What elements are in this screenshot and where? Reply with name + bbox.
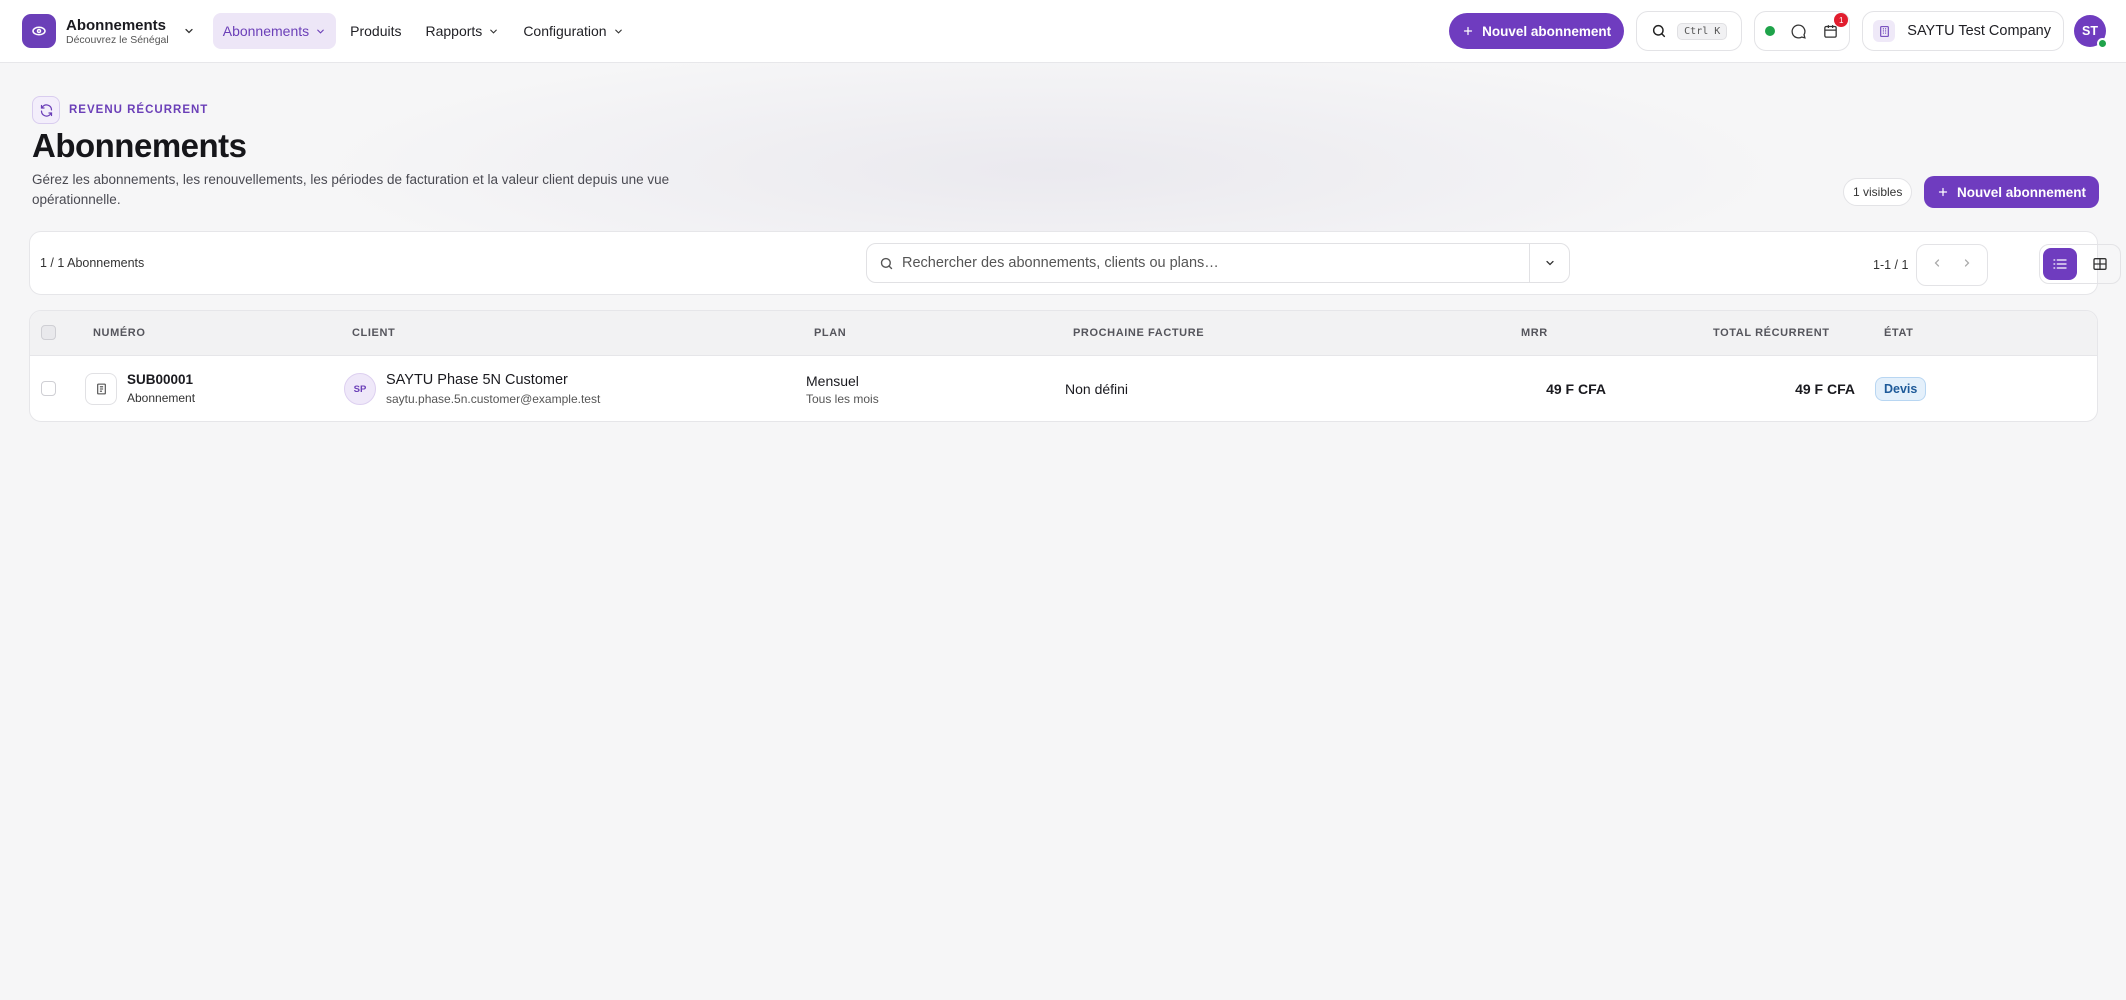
next-page-icon[interactable]: [1961, 256, 1973, 274]
plus-icon: [1464, 26, 1473, 36]
new-subscription-button[interactable]: Nouvel abonnement: [1449, 13, 1625, 49]
table-header: NUMÉRO CLIENT PLAN PROCHAINE FACTURE MRR…: [30, 311, 2097, 356]
nav-item-label: Produits: [350, 23, 402, 39]
new-subscription-header-button[interactable]: Nouvel abonnement: [1924, 176, 2100, 208]
app-switcher-chevron-icon[interactable]: [181, 23, 197, 39]
nav-item-label: Rapports: [425, 23, 483, 39]
user-online-dot: [2097, 38, 2108, 49]
table-row[interactable]: SUB00001 Abonnement SP SAYTU Phase 5N Cu…: [30, 356, 2097, 421]
total-recurring-value: 49 F CFA: [1795, 381, 1855, 397]
list-view-button[interactable]: [2043, 248, 2077, 280]
app-subtitle: Découvrez le Sénégal: [66, 33, 169, 46]
page-title: Abonnements: [32, 127, 247, 164]
column-header-next-invoice[interactable]: PROCHAINE FACTURE: [1073, 327, 1204, 339]
eyebrow: REVENU RÉCURRENT: [32, 96, 208, 124]
new-subscription-label: Nouvel abonnement: [1957, 184, 2087, 200]
pagination-buttons: [1916, 244, 1989, 286]
pagination: 1-1 / 1: [1873, 244, 1989, 286]
chevron-down-icon: [317, 29, 324, 34]
column-header-number[interactable]: NUMÉRO: [93, 327, 146, 339]
app-logo[interactable]: [22, 14, 56, 48]
refresh-icon: [32, 96, 60, 124]
previous-page-icon[interactable]: [1931, 256, 1943, 274]
chevron-down-icon: [614, 29, 622, 34]
nav-item-rapports[interactable]: Rapports: [416, 13, 510, 49]
document-icon: [85, 373, 117, 405]
building-icon: [1873, 20, 1896, 42]
grid-view-button[interactable]: [2083, 248, 2117, 280]
client-avatar: SP: [344, 373, 376, 405]
client-name[interactable]: SAYTU Phase 5N Customer: [386, 372, 568, 388]
chat-icon[interactable]: [1789, 22, 1807, 40]
plus-icon: [1938, 187, 1948, 197]
plan-frequency: Tous les mois: [806, 392, 879, 406]
app-name: Abonnements Découvrez le Sénégal: [66, 17, 169, 46]
client-email: saytu.phase.5n.customer@example.test: [386, 392, 601, 406]
search-shortcut: Ctrl K: [1677, 22, 1728, 40]
record-count: 1 / 1 Abonnements: [40, 256, 145, 270]
company-switcher[interactable]: SAYTU Test Company: [1862, 11, 2064, 51]
column-header-client[interactable]: CLIENT: [352, 327, 395, 339]
new-subscription-label: Nouvel abonnement: [1482, 23, 1612, 39]
column-header-mrr[interactable]: MRR: [1521, 327, 1548, 339]
main-nav: Abonnements Produits Rapports Configurat…: [212, 13, 634, 49]
subscription-number[interactable]: SUB00001: [127, 372, 193, 387]
nav-item-abonnements[interactable]: Abonnements: [212, 13, 337, 49]
pagination-text: 1-1 / 1: [1873, 258, 1909, 272]
status-badge: Devis: [1875, 377, 1927, 401]
grid-icon: [2093, 258, 2107, 270]
global-search-button[interactable]: Ctrl K: [1636, 11, 1743, 51]
mrr-value: 49 F CFA: [1546, 381, 1606, 397]
plan-name: Mensuel: [806, 373, 859, 389]
search-icon: [880, 257, 893, 269]
status-group: 1: [1754, 11, 1851, 51]
list-icon: [2053, 259, 2067, 269]
notification-badge: 1: [1834, 13, 1849, 27]
nav-item-label: Abonnements: [222, 23, 310, 39]
chevron-down-icon: [490, 29, 498, 34]
nav-item-produits[interactable]: Produits: [340, 13, 411, 49]
app-title: Abonnements: [66, 16, 167, 34]
nav-item-label: Configuration: [523, 23, 607, 39]
user-initials: ST: [2082, 24, 2098, 38]
list-search: [866, 243, 1570, 283]
nav-item-configuration[interactable]: Configuration: [513, 13, 633, 49]
visible-count-badge: 1 visibles: [1843, 178, 1913, 206]
list-search-input[interactable]: [894, 244, 1529, 282]
search-icon: [1653, 24, 1666, 38]
select-all-checkbox[interactable]: [41, 325, 56, 340]
view-toggle: [2039, 244, 2121, 284]
row-checkbox[interactable]: [41, 381, 56, 396]
top-bar: Abonnements Découvrez le Sénégal Abonnem…: [0, 0, 2126, 63]
page-description: Gérez les abonnements, les renouvellemen…: [32, 172, 670, 207]
company-name: SAYTU Test Company: [1907, 23, 2051, 39]
subscription-icon: [32, 26, 46, 36]
next-invoice: Non défini: [1065, 381, 1129, 397]
online-status-dot: [1765, 26, 1776, 36]
search-options-chevron-icon[interactable]: [1529, 244, 1569, 282]
column-header-plan[interactable]: PLAN: [814, 327, 846, 339]
column-header-total-recurring[interactable]: TOTAL RÉCURRENT: [1713, 327, 1830, 339]
user-avatar[interactable]: ST: [2074, 15, 2108, 49]
notification-icon[interactable]: 1: [1821, 13, 1849, 40]
eyebrow-text: REVENU RÉCURRENT: [69, 104, 209, 116]
column-header-status[interactable]: ÉTAT: [1884, 327, 1914, 339]
subscription-type: Abonnement: [127, 391, 196, 405]
list-toolbar: 1 / 1 Abonnements 1-1 / 1: [29, 231, 2121, 295]
subscriptions-table: NUMÉRO CLIENT PLAN PROCHAINE FACTURE MRR…: [29, 310, 2098, 422]
